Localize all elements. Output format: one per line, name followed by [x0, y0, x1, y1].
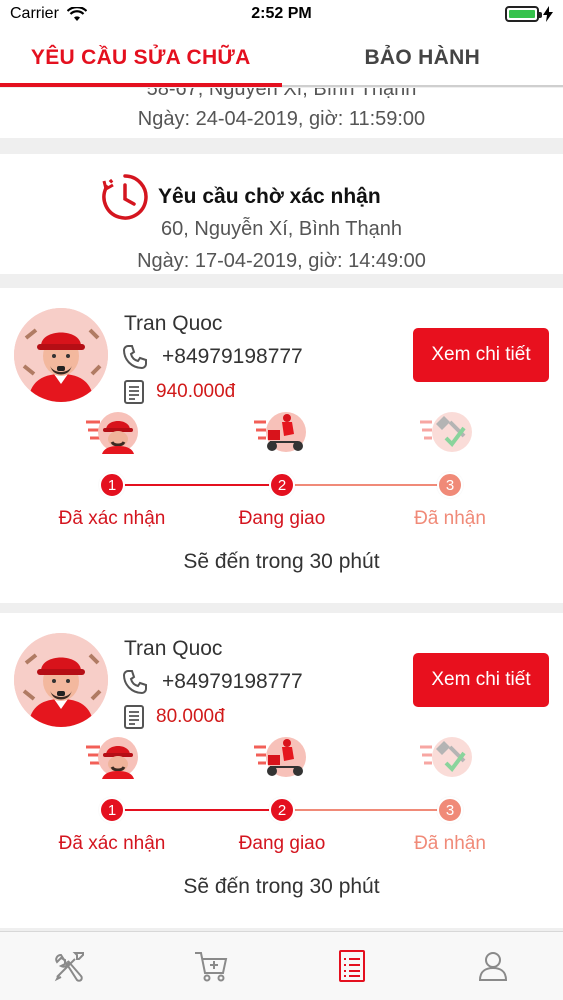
user-icon: [478, 952, 507, 981]
delivering-step-icon: [254, 412, 306, 452]
step-label-confirmed: Đã xác nhận: [58, 508, 166, 529]
invoice-icon: [124, 380, 144, 404]
confirmed-step-icon: [86, 412, 138, 454]
pending-date: Ngày: 17-04-2019, giờ: 14:49:00: [137, 250, 426, 272]
view-detail-button[interactable]: Xem chi tiết: [413, 653, 549, 707]
tools-icon: [55, 952, 85, 982]
technician-name: Tran Quoc: [124, 637, 223, 660]
bottom-tab-bar: [0, 931, 563, 1000]
price-row: 940.000đ: [124, 380, 235, 404]
phone-number: +84979198777: [162, 670, 303, 693]
clock-pending-icon: [102, 174, 148, 220]
status-bar: Carrier 2:52 PM: [0, 0, 563, 30]
status-time: 2:52 PM: [251, 5, 312, 22]
phone-icon: [122, 670, 147, 695]
step-dot-2: 2: [269, 472, 295, 498]
eta-text: Sẽ đến trong 30 phút: [183, 550, 380, 573]
phone-row[interactable]: +84979198777: [122, 344, 303, 370]
step-label-received: Đã nhận: [414, 508, 486, 529]
progress-line-pending: [282, 809, 450, 811]
view-detail-button[interactable]: Xem chi tiết: [413, 328, 549, 382]
charging-icon: [543, 6, 553, 22]
pending-title-row: Yêu cầu chờ xác nhận: [100, 172, 381, 222]
request-date: Ngày: 24-04-2019, giờ: 11:59:00: [137, 108, 426, 130]
step-label-confirmed: Đã xác nhận: [58, 833, 166, 854]
avatar: [14, 633, 108, 727]
step-dot-2: 2: [269, 797, 295, 823]
segment-tabs: YÊU CẦU SỬA CHỮA BẢO HÀNH: [0, 30, 563, 87]
confirmed-step-icon: [86, 737, 138, 779]
tabbar-item-repair[interactable]: [0, 932, 141, 1000]
pending-request-card[interactable]: Yêu cầu chờ xác nhận 60, Nguyễn Xí, Bình…: [0, 154, 563, 274]
tabbar-item-profile[interactable]: [422, 932, 563, 1000]
request-list[interactable]: 58-67, Nguyễn Xí, Bình Thạnh Ngày: 24-04…: [0, 88, 563, 931]
pending-address: 60, Nguyễn Xí, Bình Thạnh: [161, 218, 402, 240]
status-right: [505, 6, 553, 22]
step-label-delivering: Đang giao: [238, 833, 326, 854]
order-price: 940.000đ: [156, 381, 236, 402]
cart-add-icon: [195, 952, 228, 982]
tabbar-item-cart[interactable]: [141, 932, 282, 1000]
eta-text: Sẽ đến trong 30 phút: [183, 875, 380, 898]
phone-row[interactable]: +84979198777: [122, 669, 303, 695]
progress-line-done: [112, 809, 282, 811]
pending-title: Yêu cầu chờ xác nhận: [158, 185, 381, 208]
battery-icon: [505, 6, 542, 22]
received-step-icon: [420, 737, 472, 777]
step-dot-3: 3: [437, 472, 463, 498]
invoice-icon: [124, 705, 144, 729]
phone-icon: [122, 345, 147, 370]
avatar: [14, 308, 108, 402]
order-card[interactable]: Tran Quoc +84979198777 940.000đ Xem chi …: [0, 288, 563, 603]
step-dot-1: 1: [99, 472, 125, 498]
phone-number: +84979198777: [162, 345, 303, 368]
received-step-icon: [420, 412, 472, 452]
tabbar-item-orders[interactable]: [282, 932, 423, 1000]
progress-line-done: [112, 484, 282, 486]
tab-warranty[interactable]: BẢO HÀNH: [282, 30, 563, 85]
list-document-icon: [338, 950, 365, 982]
order-price: 80.000đ: [156, 706, 225, 727]
technician-name: Tran Quoc: [124, 312, 223, 335]
request-address: 58-67, Nguyễn Xí, Bình Thạnh: [146, 88, 417, 100]
delivering-step-icon: [254, 737, 306, 777]
price-row: 80.000đ: [124, 705, 225, 729]
order-card[interactable]: Tran Quoc +84979198777 80.000đ Xem chi t…: [0, 613, 563, 928]
step-dot-3: 3: [437, 797, 463, 823]
step-label-delivering: Đang giao: [238, 508, 326, 529]
request-card-previous[interactable]: 58-67, Nguyễn Xí, Bình Thạnh Ngày: 24-04…: [0, 88, 563, 138]
tab-repair-requests[interactable]: YÊU CẦU SỬA CHỮA: [0, 30, 282, 87]
step-dot-1: 1: [99, 797, 125, 823]
progress-line-pending: [282, 484, 450, 486]
step-label-received: Đã nhận: [414, 833, 486, 854]
